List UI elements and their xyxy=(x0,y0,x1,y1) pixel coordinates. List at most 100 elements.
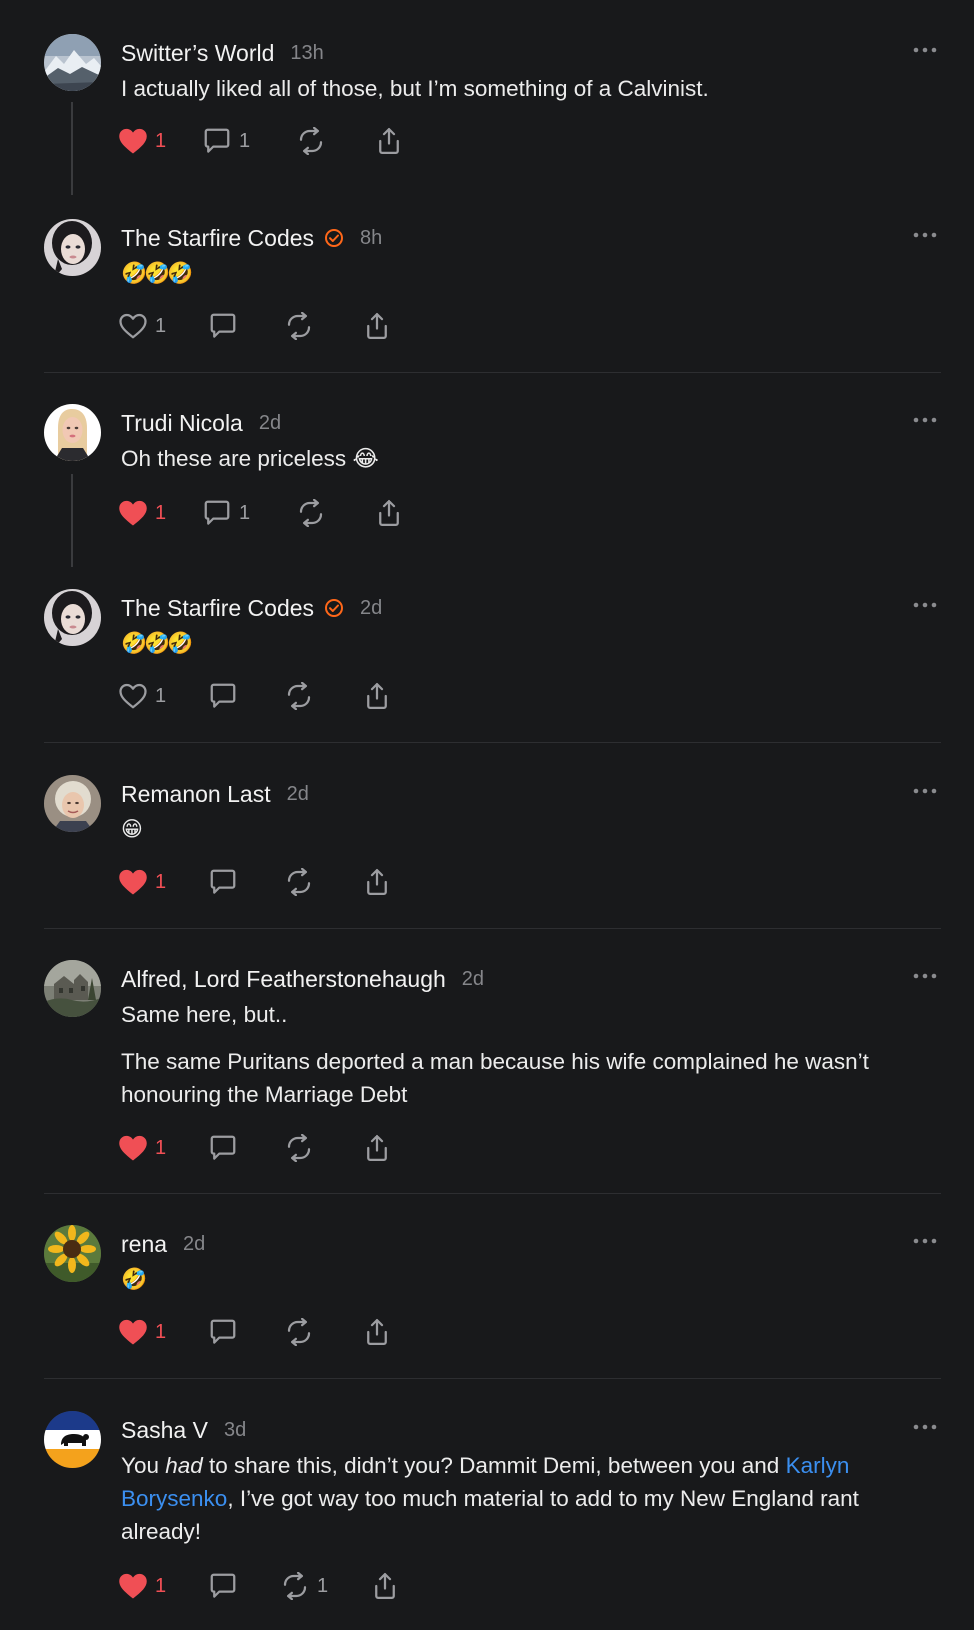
timestamp[interactable]: 2d xyxy=(183,1233,205,1256)
comment-feed: Switter’s World 13h I actually liked all… xyxy=(0,0,974,1630)
more-options-icon[interactable] xyxy=(912,225,938,245)
timestamp[interactable]: 2d xyxy=(360,597,382,620)
like-button[interactable]: 1 xyxy=(118,124,166,158)
share-icon xyxy=(367,313,387,339)
timestamp[interactable]: 13h xyxy=(290,42,323,65)
reply-button[interactable] xyxy=(208,309,238,343)
like-button[interactable]: 1 xyxy=(118,1315,166,1349)
restack-icon xyxy=(287,682,311,710)
share-button[interactable] xyxy=(362,309,392,343)
avatar[interactable] xyxy=(44,960,101,1017)
comment-body: Oh these are priceless 😂 xyxy=(121,446,379,471)
share-icon xyxy=(367,869,387,895)
reply-button[interactable] xyxy=(208,865,238,899)
author-name[interactable]: Switter’s World xyxy=(121,40,274,67)
more-options-icon[interactable] xyxy=(912,1231,938,1251)
reply-count: 1 xyxy=(239,129,251,152)
like-button[interactable]: 1 xyxy=(118,679,166,713)
timestamp[interactable]: 2d xyxy=(462,968,484,991)
like-button[interactable]: 1 xyxy=(118,1569,166,1603)
share-button[interactable] xyxy=(362,1315,392,1349)
restack-button[interactable] xyxy=(284,309,314,343)
avatar[interactable] xyxy=(44,34,101,91)
avatar[interactable] xyxy=(44,589,101,646)
avatar[interactable] xyxy=(44,219,101,276)
restack-button[interactable] xyxy=(284,679,314,713)
comment-header: rena 2d xyxy=(121,1229,205,1259)
share-button[interactable] xyxy=(362,1131,392,1165)
share-button[interactable] xyxy=(374,124,404,158)
avatar[interactable] xyxy=(44,775,101,832)
like-button[interactable]: 1 xyxy=(118,1131,166,1165)
reply-button[interactable]: 1 xyxy=(202,124,250,158)
comment-header: Trudi Nicola 2d xyxy=(121,408,281,438)
avatar[interactable] xyxy=(44,404,101,461)
restack-button[interactable]: 1 xyxy=(280,1569,328,1603)
restack-button[interactable] xyxy=(284,1315,314,1349)
author-name[interactable]: The Starfire Codes xyxy=(121,225,314,252)
comment-header: Remanon Last 2d xyxy=(121,779,309,809)
like-count: 1 xyxy=(155,1574,167,1597)
timestamp[interactable]: 2d xyxy=(259,412,281,435)
like-count: 1 xyxy=(155,314,167,337)
timestamp[interactable]: 8h xyxy=(360,227,382,250)
author-name[interactable]: Sasha V xyxy=(121,1417,208,1444)
more-options-icon[interactable] xyxy=(912,410,938,430)
restack-icon xyxy=(287,1134,311,1162)
heart-filled-icon xyxy=(119,869,147,895)
author-name[interactable]: Alfred, Lord Featherstonehaugh xyxy=(121,966,446,993)
share-button[interactable] xyxy=(362,865,392,899)
heart-outline-icon xyxy=(119,683,147,709)
restack-button[interactable] xyxy=(296,124,333,158)
restack-icon xyxy=(283,1572,307,1600)
like-count: 1 xyxy=(155,870,167,893)
timestamp[interactable]: 3d xyxy=(224,1419,246,1442)
restack-icon xyxy=(299,499,323,527)
comment-header: Switter’s World 13h xyxy=(121,38,324,68)
comment-body: Same here, but.. The same Puritans depor… xyxy=(121,998,941,1125)
heart-filled-icon xyxy=(119,1319,147,1345)
more-options-icon[interactable] xyxy=(912,781,938,801)
avatar[interactable] xyxy=(44,1411,101,1468)
like-button[interactable]: 1 xyxy=(118,865,166,899)
divider xyxy=(44,928,941,929)
comment-bubble-icon xyxy=(204,128,230,153)
thread-line xyxy=(71,102,73,195)
share-button[interactable] xyxy=(362,679,392,713)
share-icon xyxy=(379,128,399,154)
more-options-icon[interactable] xyxy=(912,1417,938,1437)
comment-body: You had to share this, didn’t you? Dammi… xyxy=(121,1449,941,1548)
more-options-icon[interactable] xyxy=(912,40,938,60)
reply-button[interactable]: 1 xyxy=(202,496,250,530)
restack-button[interactable] xyxy=(296,496,326,530)
author-name[interactable]: Remanon Last xyxy=(121,781,271,808)
reply-button[interactable] xyxy=(208,1569,238,1603)
share-button[interactable] xyxy=(370,1569,400,1603)
comment-header: The Starfire Codes 2d xyxy=(121,593,382,623)
comment-paragraph: The same Puritans deported a man because… xyxy=(121,1049,869,1107)
restack-icon xyxy=(287,1318,311,1346)
like-button[interactable]: 1 xyxy=(118,309,166,343)
more-options-icon[interactable] xyxy=(912,595,938,615)
timestamp[interactable]: 2d xyxy=(287,783,309,806)
share-button[interactable] xyxy=(374,496,404,530)
restack-button[interactable] xyxy=(284,1131,314,1165)
reply-button[interactable] xyxy=(208,679,238,713)
like-button[interactable]: 1 xyxy=(118,496,166,530)
author-name[interactable]: The Starfire Codes xyxy=(121,595,314,622)
comment-body: 🤣 xyxy=(121,1267,147,1291)
comment-body: 🤣🤣🤣 xyxy=(121,261,193,285)
author-name[interactable]: Trudi Nicola xyxy=(121,410,243,437)
restack-button[interactable] xyxy=(284,865,314,899)
comment-header: The Starfire Codes 8h xyxy=(121,223,382,253)
avatar[interactable] xyxy=(44,1225,101,1282)
more-options-icon[interactable] xyxy=(912,966,938,986)
reply-button[interactable] xyxy=(208,1315,238,1349)
comment-bubble-icon xyxy=(210,1319,236,1344)
comment-paragraph: Same here, but.. xyxy=(121,1002,288,1027)
reply-button[interactable] xyxy=(208,1131,238,1165)
comment-body: 😁 xyxy=(121,817,143,841)
share-icon xyxy=(367,683,387,709)
author-name[interactable]: rena xyxy=(121,1231,167,1258)
restack-icon xyxy=(287,868,311,896)
